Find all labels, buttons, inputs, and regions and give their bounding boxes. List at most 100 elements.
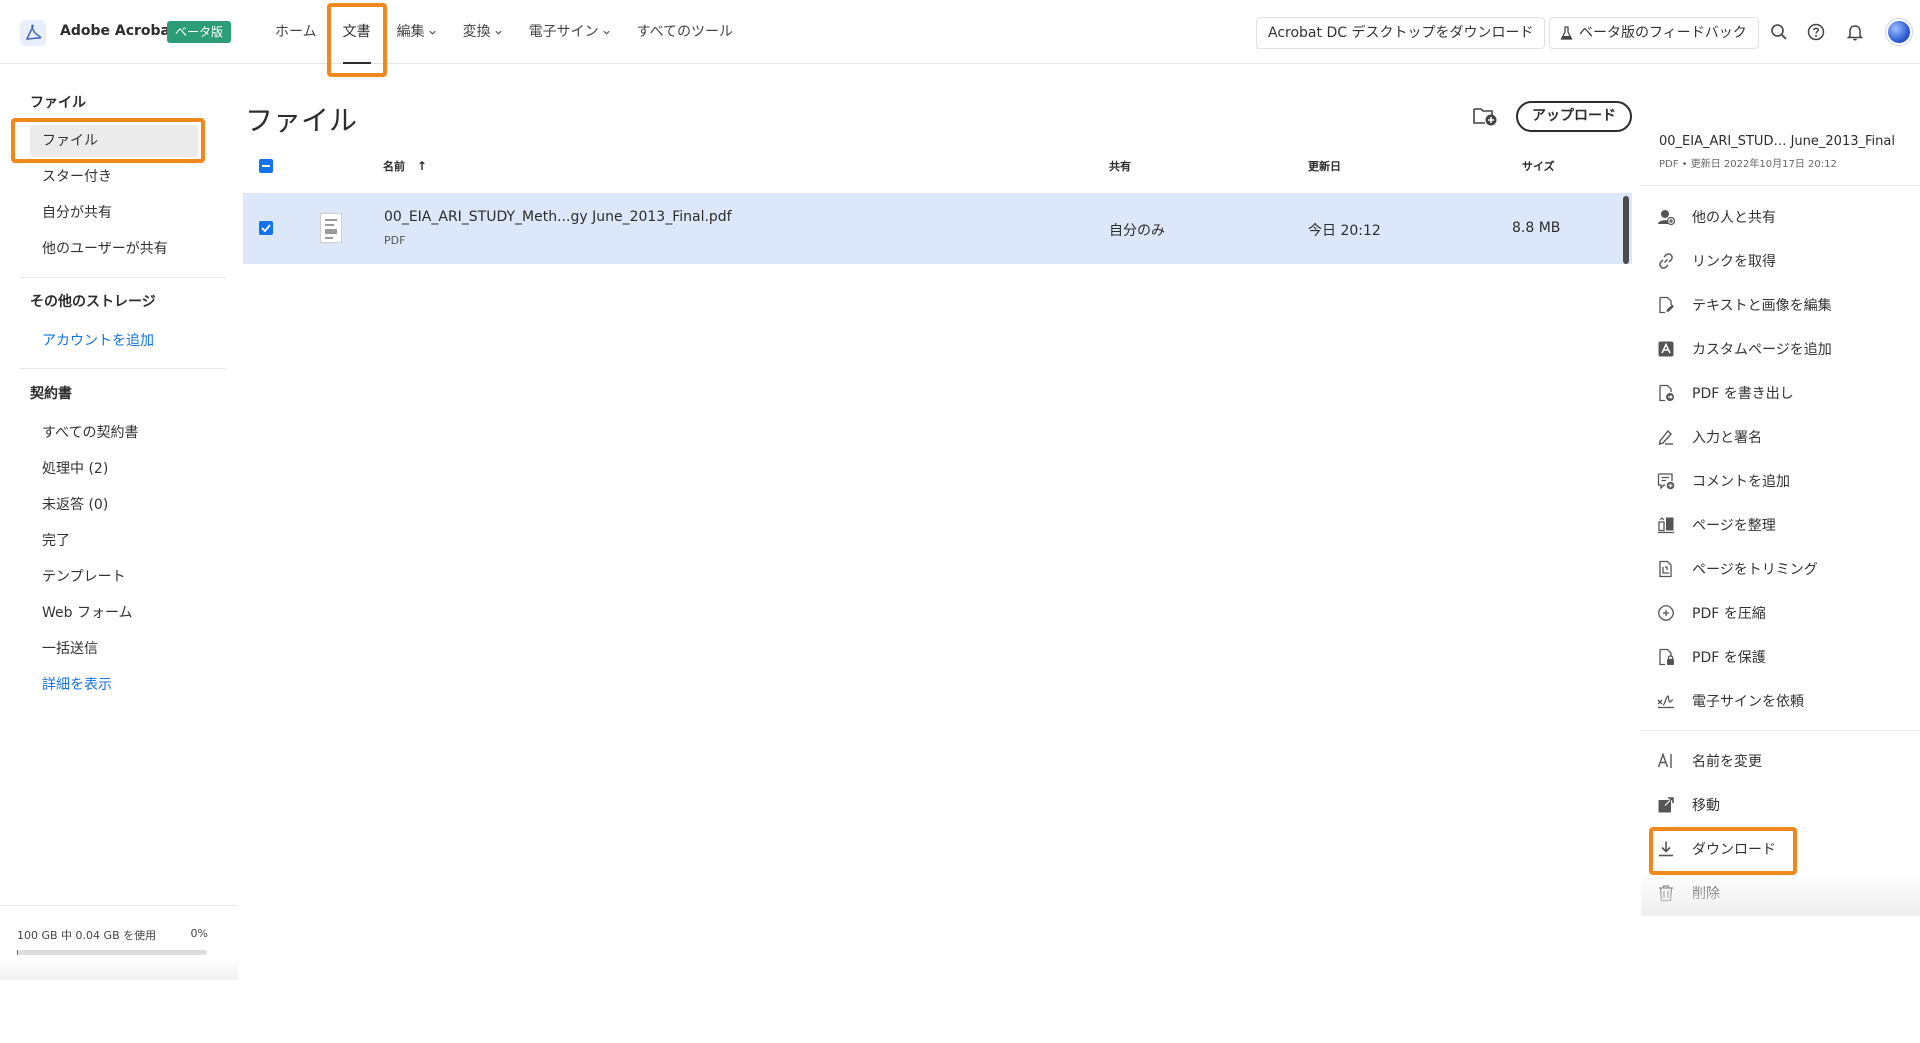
app-title[interactable]: Adobe Acrobat xyxy=(60,23,177,39)
action-label: 名前を変更 xyxy=(1692,754,1762,770)
nav-home-label: ホーム xyxy=(275,24,317,40)
nav-esign-label: 電子サイン xyxy=(528,24,599,40)
nav-convert-label: 変換 xyxy=(462,24,491,40)
table-row[interactable] xyxy=(243,193,1632,264)
action-move[interactable]: 移動 xyxy=(1657,787,1907,823)
action-label: PDF を圧縮 xyxy=(1692,606,1766,622)
add-account-link[interactable]: アカウントを追加 xyxy=(30,325,198,357)
sidebar-item-completed[interactable]: 完了 xyxy=(30,525,198,557)
flask-icon xyxy=(1560,26,1573,40)
pdf-thumbnail xyxy=(320,213,342,243)
column-shared-header[interactable]: 共有 xyxy=(1109,158,1131,174)
row-checkbox[interactable] xyxy=(259,221,273,235)
nav-esign[interactable]: 電子サイン xyxy=(516,0,624,64)
column-name-header[interactable]: 名前 ↑ xyxy=(383,158,427,174)
action-get-link[interactable]: リンクを取得 xyxy=(1657,243,1907,279)
select-all-checkbox[interactable] xyxy=(259,159,273,173)
action-label: リンクを取得 xyxy=(1692,254,1776,270)
action-protect-pdf[interactable]: PDF を保護 xyxy=(1657,639,1907,675)
page-title: ファイル xyxy=(245,104,358,137)
action-share[interactable]: 他の人と共有 xyxy=(1657,199,1907,235)
action-add-comment[interactable]: コメントを追加 xyxy=(1657,463,1907,499)
avatar[interactable] xyxy=(1886,19,1912,45)
beta-feedback-label: ベータ版のフィードバック xyxy=(1579,25,1747,41)
column-modified-header[interactable]: 更新日 xyxy=(1308,158,1341,174)
divider xyxy=(1641,730,1920,731)
action-label: PDF を書き出し xyxy=(1692,386,1794,402)
nav-all-tools-label: すべてのツール xyxy=(636,24,734,40)
action-label: 削除 xyxy=(1692,886,1720,902)
action-label: PDF を保護 xyxy=(1692,650,1766,666)
organize-pages-icon xyxy=(1658,517,1674,534)
action-add-custom-page[interactable]: カスタムページを追加 xyxy=(1657,331,1907,367)
show-more-link[interactable]: 詳細を表示 xyxy=(30,669,198,701)
sidebar-item-web-forms[interactable]: Web フォーム xyxy=(30,597,198,629)
move-icon xyxy=(1658,797,1674,813)
file-modified: 今日 20:12 xyxy=(1308,223,1381,239)
beta-badge: ベータ版 xyxy=(167,21,232,43)
rename-icon xyxy=(1657,752,1672,768)
storage-bar-fill xyxy=(17,950,18,955)
action-label: 入力と署名 xyxy=(1692,430,1762,446)
column-name-label: 名前 xyxy=(383,160,405,173)
action-label: 他の人と共有 xyxy=(1692,210,1776,226)
sidebar-item-in-progress[interactable]: 処理中 (2) xyxy=(30,453,198,485)
action-request-esign[interactable]: 電子サインを依頼 xyxy=(1657,683,1907,719)
action-fill-sign[interactable]: 入力と署名 xyxy=(1657,419,1907,455)
action-label: カスタムページを追加 xyxy=(1692,342,1832,358)
nav-all-tools[interactable]: すべてのツール xyxy=(624,0,746,64)
sidebar-item-bulk-send[interactable]: 一括送信 xyxy=(30,633,198,665)
sidebar-item-templates[interactable]: テンプレート xyxy=(30,561,198,593)
nav-documents-label: 文書 xyxy=(342,24,371,40)
file-type: PDF xyxy=(384,234,406,247)
help-icon[interactable] xyxy=(1806,22,1826,42)
nav-edit[interactable]: 編集 xyxy=(384,0,450,64)
nav-documents[interactable]: 文書 xyxy=(330,0,384,64)
action-crop-pages[interactable]: ページをトリミング xyxy=(1657,551,1907,587)
scrollbar[interactable] xyxy=(1623,196,1629,264)
sidebar-item-shared-by-others[interactable]: 他のユーザーが共有 xyxy=(30,233,198,265)
upload-button[interactable]: アップロード xyxy=(1516,101,1632,132)
nav-convert[interactable]: 変換 xyxy=(450,0,516,64)
protect-icon xyxy=(1659,648,1674,666)
sort-ascending-icon: ↑ xyxy=(416,159,427,173)
link-icon xyxy=(1659,253,1673,269)
compress-icon xyxy=(1658,605,1674,621)
other-storage-heading: その他のストレージ xyxy=(30,294,156,310)
acrobat-logo-icon[interactable] xyxy=(20,20,46,46)
trash-icon xyxy=(1659,885,1673,902)
sidebar-item-waiting[interactable]: 未返答 (0) xyxy=(30,489,198,521)
action-edit-text-images[interactable]: テキストと画像を編集 xyxy=(1657,287,1907,323)
bell-icon[interactable] xyxy=(1845,22,1865,42)
request-sign-icon xyxy=(1657,695,1674,709)
column-size-header[interactable]: サイズ xyxy=(1522,158,1555,174)
search-icon[interactable] xyxy=(1769,22,1789,42)
file-name[interactable]: 00_EIA_ARI_STUDY_Meth...gy June_2013_Fin… xyxy=(384,209,732,225)
new-folder-icon[interactable] xyxy=(1472,104,1498,128)
beta-feedback-button[interactable]: ベータ版のフィードバック xyxy=(1549,17,1759,49)
action-label: ページをトリミング xyxy=(1692,562,1818,578)
action-delete[interactable]: 削除 xyxy=(1657,875,1907,911)
comment-icon xyxy=(1657,473,1675,490)
action-label: 移動 xyxy=(1692,798,1720,814)
crop-icon xyxy=(1659,560,1672,578)
action-label: 電子サインを依頼 xyxy=(1692,694,1804,710)
action-export-pdf[interactable]: PDF を書き出し xyxy=(1657,375,1907,411)
export-pdf-icon xyxy=(1659,384,1674,402)
share-people-icon xyxy=(1658,210,1675,226)
action-label: コメントを追加 xyxy=(1692,474,1790,490)
action-rename[interactable]: 名前を変更 xyxy=(1657,743,1907,779)
download-icon xyxy=(1659,841,1673,857)
chevron-down-icon xyxy=(428,30,436,35)
download-desktop-button[interactable]: Acrobat DC デスクトップをダウンロード xyxy=(1256,17,1546,49)
sidebar-item-shared-by-me[interactable]: 自分が共有 xyxy=(30,197,198,229)
action-organize-pages[interactable]: ページを整理 xyxy=(1657,507,1907,543)
sidebar-item-files[interactable]: ファイル xyxy=(30,125,198,157)
action-compress-pdf[interactable]: PDF を圧縮 xyxy=(1657,595,1907,631)
chevron-down-icon xyxy=(494,30,502,35)
nav-home[interactable]: ホーム xyxy=(262,0,330,64)
action-label: ダウンロード xyxy=(1692,842,1776,858)
sidebar-item-all-agreements[interactable]: すべての契約書 xyxy=(30,417,198,449)
action-download[interactable]: ダウンロード xyxy=(1657,831,1907,867)
sidebar-item-starred[interactable]: スター付き xyxy=(30,161,198,193)
